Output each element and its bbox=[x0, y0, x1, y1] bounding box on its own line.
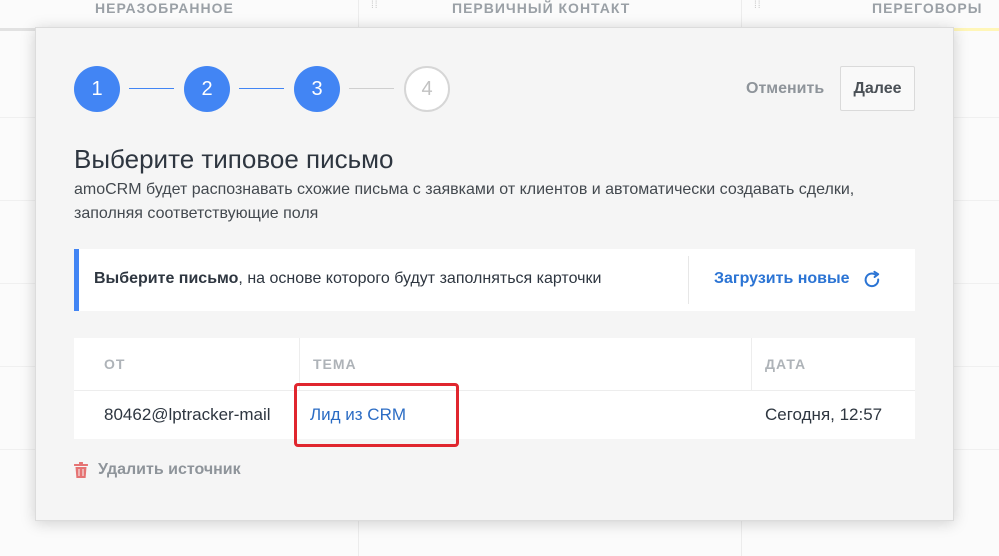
column-header-first-contact[interactable]: ПЕРВИЧНЫЙ КОНТАКТ bbox=[452, 0, 630, 22]
step-connector bbox=[129, 88, 174, 89]
notice-text: Выберите письмо, на основе которого буду… bbox=[94, 270, 601, 288]
delete-source-label: Удалить источник bbox=[98, 461, 241, 478]
column-header-unsorted[interactable]: НЕРАЗОБРАННОЕ bbox=[95, 0, 234, 22]
drag-handle-icon[interactable]: ⁞⁞ bbox=[371, 1, 379, 19]
step-2: 2 bbox=[184, 66, 230, 112]
wizard-steps: 1 2 3 4 bbox=[74, 66, 454, 112]
column-header-negotiations[interactable]: ПЕРЕГОВОРЫ bbox=[872, 0, 982, 22]
step-connector bbox=[239, 88, 284, 89]
step-connector bbox=[349, 88, 394, 89]
select-email-notice: Выберите письмо, на основе которого буду… bbox=[74, 249, 915, 311]
trash-icon bbox=[74, 462, 88, 478]
next-button[interactable]: Далее bbox=[840, 66, 915, 111]
column-from-header: ОТ bbox=[104, 356, 126, 372]
notice-rest: , на основе которого будут заполняться к… bbox=[238, 270, 602, 287]
cancel-button[interactable]: Отменить bbox=[746, 80, 824, 98]
emails-table: ОТ ТЕМА ДАТА 80462@lptracker-mail Лид из… bbox=[74, 338, 915, 447]
column-date-header: ДАТА bbox=[765, 356, 807, 372]
header-separator bbox=[751, 338, 752, 390]
email-sender[interactable]: 80462@lptracker-mail bbox=[104, 391, 271, 439]
step-3: 3 bbox=[294, 66, 340, 112]
notice-divider bbox=[688, 256, 689, 304]
step-1: 1 bbox=[74, 66, 120, 112]
email-template-modal: 1 2 3 4 Отменить Далее Выберите типовое … bbox=[35, 27, 954, 521]
load-new-link[interactable]: Загрузить новые bbox=[714, 270, 850, 288]
notice-bold: Выберите письмо bbox=[94, 270, 239, 287]
refresh-icon[interactable] bbox=[862, 270, 882, 290]
modal-subtitle: amoCRM будет распознавать схожие письма … bbox=[74, 181, 855, 222]
drag-handle-icon[interactable]: ⁞⁞ bbox=[754, 1, 762, 19]
highlight-box bbox=[294, 383, 459, 447]
modal-title: Выберите типовое письмо bbox=[74, 144, 394, 174]
step-4: 4 bbox=[404, 66, 450, 112]
email-date[interactable]: Сегодня, 12:57 bbox=[765, 391, 882, 439]
